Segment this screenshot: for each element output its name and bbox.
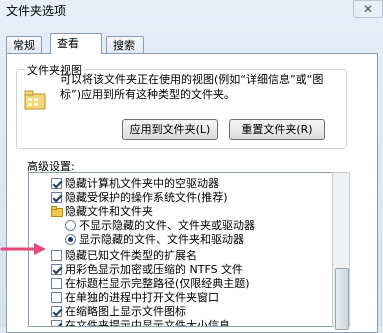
checkbox[interactable] <box>51 292 62 303</box>
checkbox[interactable] <box>51 278 62 289</box>
checkbox[interactable] <box>51 178 62 189</box>
folder-icon <box>51 206 63 221</box>
list-item-label: 用彩色显示加密或压缩的 NTFS 文件 <box>65 263 244 276</box>
list-item-label: 在文件夹提示中显示文件大小信息 <box>65 319 230 327</box>
list-scrollbar[interactable] <box>332 172 350 330</box>
scrollbar-thumb[interactable] <box>335 268 349 330</box>
tab-view[interactable]: 查看 <box>50 33 102 54</box>
list-item-label: 在缩略图上显示文件图标 <box>65 305 186 318</box>
advanced-settings-list: 隐藏计算机文件夹中的空驱动器 隐藏受保护的操作系统文件(推荐) 隐藏文件和文件夹… <box>28 172 332 327</box>
folder-views-description: 可以将该文件夹正在使用的视图(例如“详细信息”或“图标”)应用到所有这种类型的文… <box>60 73 324 101</box>
list-item-label: 隐藏计算机文件夹中的空驱动器 <box>65 177 219 190</box>
checkbox[interactable] <box>51 250 62 261</box>
list-item-label: 隐藏受保护的操作系统文件(推荐) <box>65 191 228 204</box>
folder-options-dialog: 文件夹选项 ✕ 常规 查看 搜索 文件夹视图 可以将该文件夹正在使用的视图(例如… <box>0 0 383 333</box>
window-title: 文件夹选项 <box>6 4 67 18</box>
close-button[interactable]: ✕ <box>353 0 383 18</box>
apply-to-folders-button[interactable]: 应用到文件夹(L) <box>122 119 218 140</box>
list-item-label: 在标题栏显示完整路径(仅限经典主题) <box>65 277 250 290</box>
list-item-label: 不显示隐藏的文件、文件夹或驱动器 <box>79 219 255 232</box>
list-item-label: 在单独的进程中打开文件夹窗口 <box>65 291 219 304</box>
checkbox[interactable] <box>51 306 62 317</box>
tab-general[interactable]: 常规 <box>6 36 42 53</box>
annotation-arrow-icon <box>0 241 48 257</box>
reset-folders-button[interactable]: 重置文件夹(R) <box>229 119 325 140</box>
tab-search[interactable]: 搜索 <box>106 36 144 53</box>
checkbox[interactable] <box>51 192 62 203</box>
radio-button[interactable] <box>65 234 76 245</box>
radio-button[interactable] <box>65 220 76 231</box>
checkbox[interactable] <box>51 320 62 326</box>
list-item-label: 隐藏文件和文件夹 <box>65 205 153 218</box>
list-item-label: 显示隐藏的文件、文件夹和驱动器 <box>79 233 244 246</box>
folder-views-icon <box>24 90 46 110</box>
checkbox[interactable] <box>51 264 62 275</box>
list-item-label: 隐藏已知文件类型的扩展名 <box>65 249 197 262</box>
